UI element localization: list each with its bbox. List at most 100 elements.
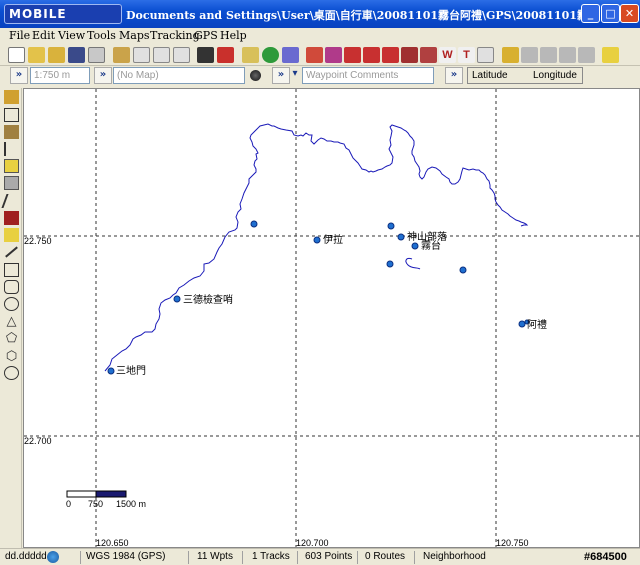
web-icon[interactable]: W [439,47,456,63]
waypoint-wutai-marker[interactable] [411,242,419,250]
grid-icon[interactable] [242,47,259,63]
select-rect-icon[interactable] [4,108,19,122]
status-divider [297,551,298,564]
latlong-display: Latitude Longitude [467,67,583,84]
waypoint-comments-field[interactable]: Waypoint Comments [302,67,434,84]
maximize-button[interactable]: □ [601,4,620,23]
ellipse-icon[interactable] [4,297,19,311]
zoom-icon[interactable] [133,47,150,63]
view-icon[interactable] [197,47,214,63]
rounded-rect-icon[interactable] [4,280,19,294]
open-folder-icon[interactable] [28,47,45,63]
status-waypoints: 11 Wpts [197,551,233,562]
pan-icon[interactable] [113,47,130,63]
line-icon[interactable] [5,246,18,258]
close-button[interactable]: ✕ [620,4,639,23]
pencil-icon[interactable] [1,194,22,208]
paint-tool-icon[interactable] [4,90,19,104]
hexagon-icon[interactable]: ⬡ [4,349,19,363]
zoom-out-icon[interactable] [173,47,190,63]
zoom-in-icon[interactable] [153,47,170,63]
gps-track[interactable] [104,123,529,372]
waypoint-yila-marker[interactable] [313,236,321,244]
map-canvas[interactable]: 三地門 三德檢查哨 伊拉 神山部落 霧台 阿禮 22.750 22.700 12… [23,88,640,548]
app-logo: MOBILE [4,4,122,24]
waypoint-east-marker[interactable] [459,266,467,274]
search-waypoint-icon[interactable] [382,47,399,63]
latlong-arrow-button[interactable]: » [445,67,463,84]
menu-tracking[interactable]: Tracking [150,29,200,42]
longitude-label: Longitude [533,70,577,81]
menu-help[interactable]: Help [220,29,247,42]
waypoint-arrow-button[interactable]: » [272,67,290,84]
status-neighborhood: Neighborhood [423,551,486,562]
rectangle-icon[interactable] [4,263,19,277]
dropdown-arrow-icon[interactable]: ▾ [289,67,301,84]
waypoint-shenshan1-marker[interactable] [387,222,395,230]
text-icon[interactable]: T [458,47,475,63]
menu-file[interactable]: File [9,29,30,42]
open-recent-icon[interactable] [48,47,65,63]
lat-label-1: 22.750 [24,236,52,246]
eyedropper-icon[interactable] [4,125,19,139]
minimize-button[interactable]: _ [581,4,600,23]
track-tool-icon[interactable] [306,47,323,63]
menu-view[interactable]: View [58,29,85,42]
draw-track-icon[interactable] [4,211,19,225]
sigma-icon[interactable] [282,47,299,63]
menu-maps[interactable]: Maps [119,29,150,42]
waypoint-top-marker[interactable] [250,220,258,228]
status-points: 603 Points [305,551,353,562]
scale-label-0: 0 [66,499,71,509]
gps-track-loop [405,258,421,270]
gps-upload-icon[interactable] [521,47,538,63]
new-file-icon[interactable] [8,47,25,63]
status-divider [242,551,243,564]
scale-bar-segment-2 [95,490,127,498]
waypoint-shenshan-marker[interactable] [397,233,405,241]
stack-shape-icon[interactable] [4,176,19,190]
route-tool-icon[interactable] [325,47,342,63]
main-toolbar: W T [0,45,640,66]
waypoint-mid-marker[interactable] [386,260,394,268]
find-icon[interactable] [363,47,380,63]
menu-edit[interactable]: Edit [32,29,55,42]
map-arrow-button[interactable]: » [94,67,112,84]
scale-arrow-button[interactable]: » [10,67,28,84]
location-toolbar: » 1:750 m » (No Map) » ▾ Waypoint Commen… [0,66,640,86]
save-icon[interactable] [68,47,85,63]
map-status-icon [250,70,261,81]
scale-label-750: 750 [88,499,103,509]
scale-field[interactable]: 1:750 m [30,67,90,84]
globe-icon[interactable] [262,47,279,63]
gps-download-icon[interactable] [540,47,557,63]
waypoint-ali-marker[interactable] [518,320,526,328]
circle-icon[interactable] [4,366,19,380]
gps-route-icon[interactable] [578,47,595,63]
menu-gps[interactable]: GPS [194,29,218,42]
lon-label-1: 120.650 [96,538,129,548]
gps-transfer-icon[interactable] [502,47,519,63]
waypoint-sande-marker[interactable] [173,295,181,303]
triangle-icon[interactable]: △ [4,314,19,328]
waypoint-sandimen-marker[interactable] [107,367,115,375]
globe-status-icon [47,551,59,563]
filter-icon[interactable] [401,47,418,63]
status-divider [414,551,415,564]
gps-settings-icon[interactable] [602,47,619,63]
map-select-field[interactable]: (No Map) [113,67,245,84]
gps-track-icon[interactable] [559,47,576,63]
cut-icon[interactable] [420,47,437,63]
eraser-icon[interactable] [4,228,19,242]
layers-icon[interactable] [217,47,234,63]
scale-label-1500: 1500 m [116,499,146,509]
copy-shape-icon[interactable] [4,159,19,173]
scale-bar: 0 750 1500 m [66,490,146,509]
window-title: Documents and Settings\User\桌面\自行車\20081… [126,9,581,22]
pentagon-icon[interactable]: ⬠ [4,331,19,345]
menu-tools[interactable]: Tools [87,29,116,42]
list-icon[interactable] [477,47,494,63]
waypoint-tool-icon[interactable] [344,47,361,63]
pointer-icon[interactable] [4,142,19,156]
print-icon[interactable] [88,47,105,63]
